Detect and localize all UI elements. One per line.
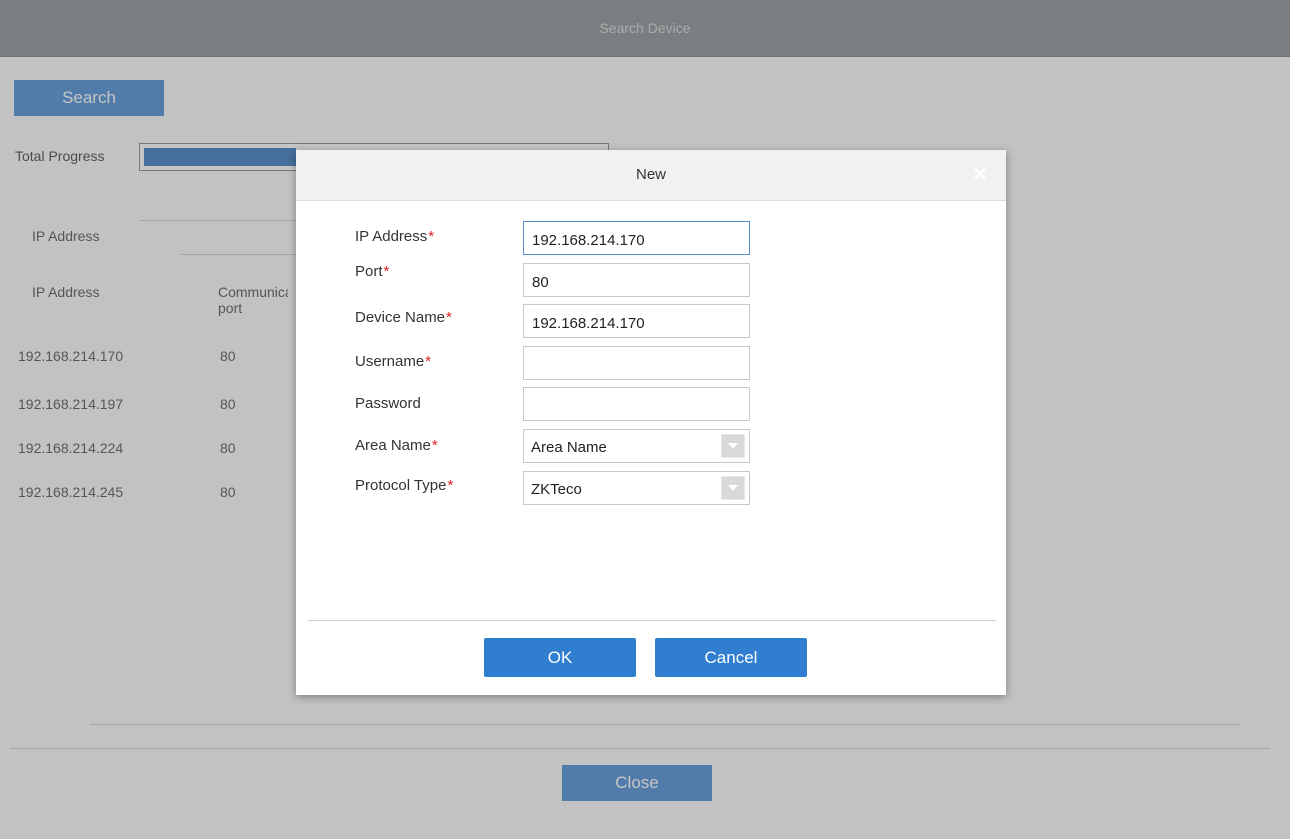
ok-button[interactable]: OK [484, 638, 636, 677]
username-label: Username* [355, 353, 432, 370]
protocol-type-label: Protocol Type* [355, 477, 454, 494]
area-name-value: Area Name [531, 439, 607, 456]
ip-address-input[interactable] [523, 221, 750, 255]
dialog-header: New ✕ [296, 150, 1006, 201]
protocol-type-select[interactable]: ZKTeco [523, 471, 750, 505]
area-name-label: Area Name* [355, 437, 438, 454]
password-label: Password [355, 395, 421, 412]
divider [308, 620, 996, 621]
area-name-select[interactable]: Area Name [523, 429, 750, 463]
required-mark: * [428, 228, 435, 245]
ip-address-label: IP Address* [355, 228, 435, 245]
area-name-row: Area Name* Area Name [296, 429, 1006, 465]
port-label: Port* [355, 263, 390, 280]
password-input[interactable] [523, 387, 750, 421]
required-mark: * [446, 309, 452, 326]
required-mark: * [383, 263, 390, 280]
port-row: Port* [296, 263, 1006, 299]
chevron-down-icon[interactable] [721, 476, 745, 500]
required-mark: * [431, 437, 438, 454]
chevron-down-icon[interactable] [721, 434, 745, 458]
device-name-input[interactable] [523, 304, 750, 338]
ip-address-row: IP Address* [296, 221, 1006, 257]
username-row: Username* [296, 346, 1006, 382]
dialog-title: New [635, 166, 666, 183]
password-row: Password [296, 387, 1006, 423]
protocol-type-row: Protocol Type* ZKTeco [296, 471, 1006, 507]
close-icon[interactable]: ✕ [970, 164, 990, 184]
new-device-dialog: New ✕ IP Address* Port* Device Name* Use… [296, 150, 1006, 695]
required-mark: * [425, 353, 432, 370]
cancel-button[interactable]: Cancel [655, 638, 807, 677]
username-input[interactable] [523, 346, 750, 380]
protocol-type-value: ZKTeco [531, 481, 582, 498]
device-name-row: Device Name* [296, 304, 1006, 340]
port-input[interactable] [523, 263, 750, 297]
device-name-label: Device Name* [355, 309, 452, 326]
required-mark: * [447, 477, 454, 494]
